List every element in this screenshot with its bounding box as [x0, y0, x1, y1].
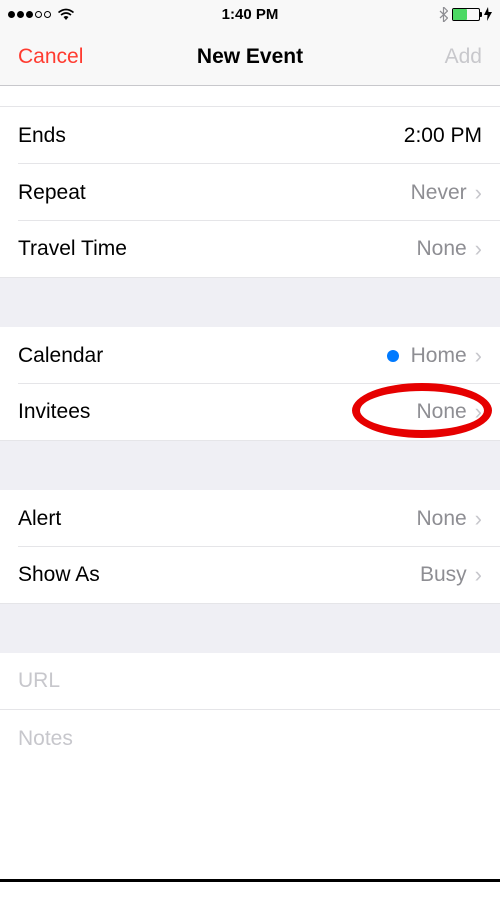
- partial-row: [0, 86, 500, 107]
- invitees-row[interactable]: Invitees None ›: [0, 384, 500, 441]
- calendar-label: Calendar: [18, 344, 103, 368]
- bluetooth-icon: [439, 7, 448, 22]
- show-as-value: Busy: [420, 563, 467, 587]
- repeat-label: Repeat: [18, 181, 86, 205]
- ends-value: 2:00 PM: [404, 124, 482, 148]
- calendar-row[interactable]: Calendar Home ›: [0, 327, 500, 384]
- calendar-value: Home: [411, 344, 467, 368]
- section-gap: [0, 441, 500, 490]
- chevron-right-icon: ›: [475, 506, 482, 532]
- repeat-row[interactable]: Repeat Never ›: [0, 164, 500, 221]
- status-bar: 1:40 PM: [0, 0, 500, 28]
- calendar-color-dot-icon: [387, 350, 399, 362]
- status-left: [8, 8, 75, 21]
- notes-placeholder: Notes: [18, 727, 73, 751]
- travel-time-value: None: [416, 237, 466, 261]
- travel-time-row[interactable]: Travel Time None ›: [0, 221, 500, 278]
- status-right: [439, 7, 492, 22]
- alert-row[interactable]: Alert None ›: [0, 490, 500, 547]
- chevron-right-icon: ›: [475, 399, 482, 425]
- ends-row[interactable]: Ends 2:00 PM: [0, 107, 500, 164]
- alert-value: None: [416, 507, 466, 531]
- wifi-icon: [57, 8, 75, 21]
- section-gap: [0, 604, 500, 653]
- charging-icon: [484, 7, 492, 21]
- invitees-value: None: [416, 400, 466, 424]
- chevron-right-icon: ›: [475, 562, 482, 588]
- travel-time-label: Travel Time: [18, 237, 127, 261]
- signal-strength-icon: [8, 11, 51, 18]
- repeat-value: Never: [411, 181, 467, 205]
- invitees-label: Invitees: [18, 400, 90, 424]
- chevron-right-icon: ›: [475, 180, 482, 206]
- url-row[interactable]: URL: [0, 653, 500, 710]
- status-time: 1:40 PM: [222, 6, 279, 23]
- section-gap: [0, 278, 500, 327]
- nav-title: New Event: [197, 45, 303, 69]
- chevron-right-icon: ›: [475, 236, 482, 262]
- add-button[interactable]: Add: [445, 45, 482, 69]
- show-as-row[interactable]: Show As Busy ›: [0, 547, 500, 604]
- content: Ends 2:00 PM Repeat Never › Travel Time …: [0, 86, 500, 897]
- chevron-right-icon: ›: [475, 343, 482, 369]
- url-placeholder: URL: [18, 669, 60, 693]
- nav-bar: Cancel New Event Add: [0, 28, 500, 86]
- notes-row[interactable]: Notes: [0, 710, 500, 767]
- alert-label: Alert: [18, 507, 61, 531]
- ends-label: Ends: [18, 124, 66, 148]
- battery-icon: [452, 8, 480, 21]
- cancel-button[interactable]: Cancel: [18, 45, 83, 69]
- notes-area[interactable]: [0, 767, 500, 897]
- show-as-label: Show As: [18, 563, 100, 587]
